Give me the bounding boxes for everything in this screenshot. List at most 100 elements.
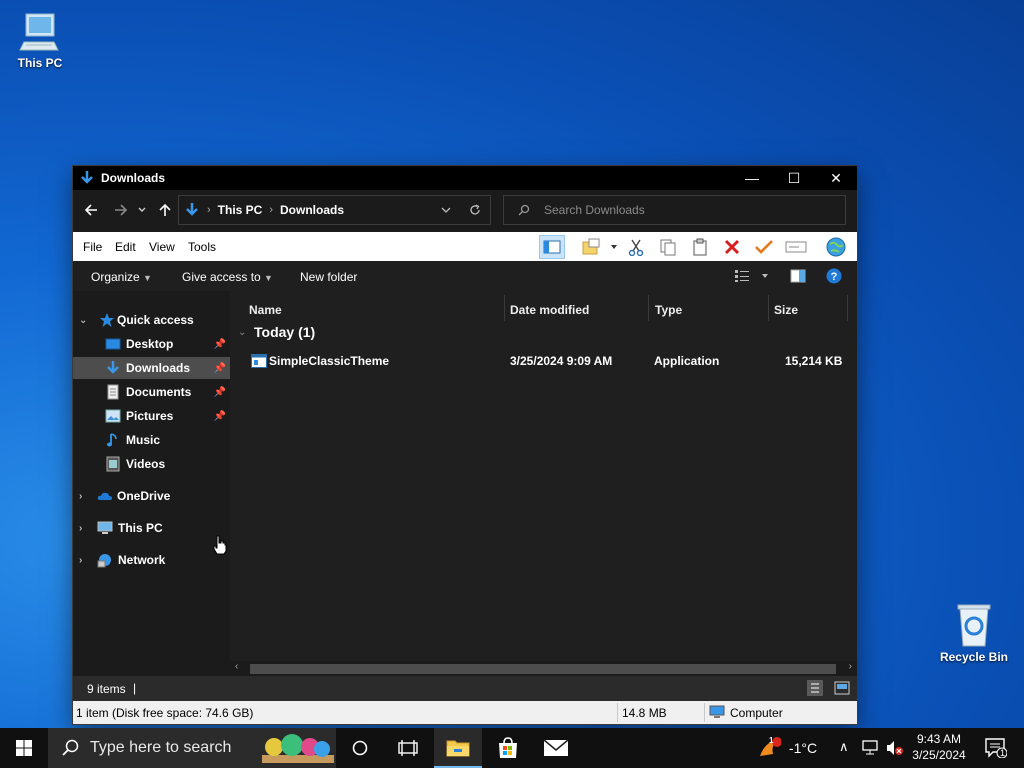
group-header-today[interactable]: Today (1) bbox=[254, 324, 315, 340]
nav-onedrive[interactable]: › OneDrive bbox=[73, 485, 230, 507]
minimize-button[interactable]: — bbox=[731, 166, 773, 190]
nav-quick-access[interactable]: ⌄ Quick access bbox=[73, 309, 230, 331]
column-header-size[interactable]: Size bbox=[774, 303, 798, 317]
nav-item-downloads[interactable]: Downloads 📌 bbox=[73, 357, 230, 379]
nav-label: Pictures bbox=[126, 409, 174, 423]
nav-item-documents[interactable]: Documents 📌 bbox=[73, 381, 230, 403]
volume-muted-icon[interactable] bbox=[886, 740, 904, 756]
large-icons-view-icon[interactable] bbox=[834, 681, 850, 695]
menu-tools[interactable]: Tools bbox=[188, 240, 216, 254]
chevron-down-icon[interactable]: ⌄ bbox=[79, 315, 87, 326]
nav-label: Downloads bbox=[126, 361, 191, 375]
desktop-icon-this-pc[interactable]: This PC bbox=[4, 10, 76, 70]
cut-button[interactable] bbox=[623, 235, 649, 259]
chevron-down-icon[interactable] bbox=[441, 207, 451, 213]
delete-button[interactable] bbox=[719, 235, 745, 259]
weather-temp: -1°C bbox=[788, 740, 818, 756]
show-hidden-icons-icon[interactable]: ∧ bbox=[839, 739, 849, 755]
view-options-icon[interactable] bbox=[734, 269, 750, 283]
organize-button[interactable]: Organize ▼ bbox=[91, 270, 152, 284]
nav-item-pictures[interactable]: Pictures 📌 bbox=[73, 405, 230, 427]
nav-label: Documents bbox=[126, 385, 192, 399]
file-list: Name Date modified Type Size ⌄ Today (1)… bbox=[213, 291, 857, 676]
task-view-button[interactable] bbox=[384, 728, 432, 768]
nav-item-music[interactable]: Music bbox=[73, 429, 230, 451]
svg-text:?: ? bbox=[831, 271, 838, 283]
scroll-right-icon[interactable]: › bbox=[849, 661, 852, 672]
column-header-type[interactable]: Type bbox=[655, 303, 682, 317]
clipboard-icon bbox=[693, 238, 707, 256]
nav-item-desktop[interactable]: Desktop 📌 bbox=[73, 333, 230, 355]
nav-item-videos[interactable]: Videos bbox=[73, 453, 230, 475]
back-button[interactable] bbox=[81, 200, 101, 220]
weather-badge: 1 bbox=[769, 736, 774, 745]
horizontal-scrollbar[interactable]: ‹ › bbox=[230, 661, 857, 676]
nav-this-pc[interactable]: › This PC bbox=[73, 517, 230, 539]
weather-widget[interactable]: 1 -1°C bbox=[752, 728, 822, 768]
column-divider[interactable] bbox=[504, 295, 505, 321]
selection-size: 14.8 MB bbox=[622, 706, 667, 720]
breadcrumb-this-pc[interactable]: This PC bbox=[218, 203, 263, 217]
desktop-icon-label: Recycle Bin bbox=[939, 650, 1009, 664]
details-view-icon[interactable] bbox=[807, 680, 823, 696]
help-icon[interactable]: ? bbox=[826, 268, 842, 284]
forward-button[interactable] bbox=[111, 200, 131, 220]
taskbar-file-explorer[interactable] bbox=[434, 728, 482, 768]
chevron-down-icon[interactable] bbox=[610, 244, 618, 250]
scrollbar-thumb[interactable] bbox=[250, 664, 836, 674]
folder-details-icon bbox=[582, 238, 600, 255]
chevron-down-icon[interactable]: ⌄ bbox=[238, 327, 246, 338]
cortana-button[interactable] bbox=[336, 728, 384, 768]
copy-icon bbox=[660, 239, 676, 256]
rename-button[interactable] bbox=[783, 235, 809, 259]
action-center-button[interactable]: 1 bbox=[976, 728, 1016, 768]
navigation-pane-button[interactable] bbox=[539, 235, 565, 259]
desktop-icon-recycle-bin[interactable]: Recycle Bin bbox=[938, 602, 1010, 664]
title-bar[interactable]: Downloads — ☐ ✕ bbox=[73, 166, 857, 190]
file-size: 15,214 KB bbox=[785, 354, 843, 368]
paste-button[interactable] bbox=[687, 235, 713, 259]
file-row[interactable]: SimpleClassicTheme 3/25/2024 9:09 AM App… bbox=[249, 350, 844, 372]
taskbar-search-box[interactable]: Type here to search bbox=[48, 728, 336, 768]
breadcrumb-downloads[interactable]: Downloads bbox=[280, 203, 344, 217]
desktop-folder-icon bbox=[105, 338, 121, 350]
menu-view[interactable]: View bbox=[149, 240, 175, 254]
column-divider[interactable] bbox=[648, 295, 649, 321]
chevron-right-icon[interactable]: › bbox=[79, 523, 82, 534]
address-bar[interactable]: › This PC › Downloads bbox=[178, 195, 491, 225]
menu-edit[interactable]: Edit bbox=[115, 240, 136, 254]
details-bar: 1 item (Disk free space: 74.6 GB) 14.8 M… bbox=[73, 701, 857, 724]
copy-button[interactable] bbox=[655, 235, 681, 259]
refresh-icon[interactable] bbox=[469, 204, 481, 216]
up-button[interactable] bbox=[155, 200, 175, 220]
star-icon bbox=[100, 313, 114, 327]
menu-file[interactable]: File bbox=[83, 240, 102, 254]
column-header-date[interactable]: Date modified bbox=[510, 303, 589, 317]
column-divider[interactable] bbox=[847, 295, 848, 321]
taskbar-store[interactable] bbox=[484, 728, 532, 768]
globe-icon bbox=[826, 237, 846, 257]
chevron-right-icon[interactable]: › bbox=[79, 491, 82, 502]
search-highlight-icon bbox=[262, 734, 334, 763]
navigation-pane: ⌄ Quick access Desktop 📌 Downloads 📌 Doc… bbox=[73, 291, 230, 676]
clock[interactable]: 9:43 AM 3/25/2024 bbox=[906, 731, 972, 763]
start-button[interactable] bbox=[0, 728, 48, 768]
preview-pane-icon[interactable] bbox=[790, 269, 806, 283]
network-status-icon[interactable] bbox=[862, 740, 880, 756]
globe-button[interactable] bbox=[823, 235, 849, 259]
preview-pane-button[interactable] bbox=[578, 235, 604, 259]
column-divider[interactable] bbox=[768, 295, 769, 321]
properties-button[interactable] bbox=[751, 235, 777, 259]
new-folder-button[interactable]: New folder bbox=[300, 270, 357, 284]
chevron-down-icon[interactable] bbox=[761, 273, 769, 279]
scroll-left-icon[interactable]: ‹ bbox=[235, 661, 238, 672]
give-access-button[interactable]: Give access to ▼ bbox=[182, 270, 273, 284]
nav-network[interactable]: › Network bbox=[73, 549, 230, 571]
chevron-right-icon[interactable]: › bbox=[79, 555, 82, 566]
search-input[interactable]: Search Downloads bbox=[503, 195, 846, 225]
column-header-name[interactable]: Name bbox=[249, 303, 282, 317]
recent-locations-button[interactable] bbox=[135, 200, 149, 220]
maximize-button[interactable]: ☐ bbox=[773, 166, 815, 190]
close-button[interactable]: ✕ bbox=[815, 166, 857, 190]
taskbar-mail[interactable] bbox=[532, 728, 580, 768]
